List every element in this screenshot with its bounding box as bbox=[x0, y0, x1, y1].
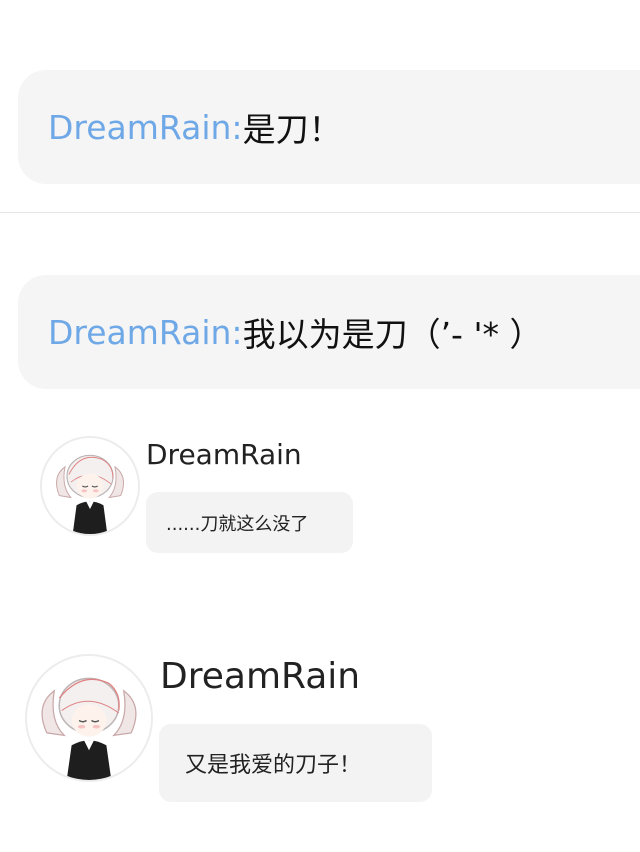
comment-author[interactable]: DreamRain: bbox=[48, 313, 243, 352]
sender-name[interactable]: DreamRain bbox=[146, 438, 302, 471]
comment-bubble[interactable]: DreamRain: 是刀！ bbox=[18, 70, 640, 184]
divider bbox=[0, 212, 640, 213]
comment-text: 我以为是刀（’- '* ） bbox=[242, 315, 543, 354]
comment-bubble[interactable]: DreamRain: 我以为是刀（’- '* ） bbox=[18, 275, 640, 389]
sender-name[interactable]: DreamRain bbox=[160, 656, 360, 697]
chat-screen: DreamRain:是刀！ DreamRain:我以为是刀（’- '* ） bbox=[0, 0, 640, 852]
comment-author[interactable]: DreamRain: bbox=[48, 108, 243, 147]
anime-girl-avatar-icon[interactable] bbox=[25, 654, 153, 782]
message-bubble[interactable]: 又是我爱的刀子！ bbox=[159, 724, 432, 802]
anime-girl-avatar-icon[interactable] bbox=[40, 436, 140, 536]
comment-text: 是刀！ bbox=[242, 110, 342, 149]
message-bubble[interactable]: ......刀就这么没了 bbox=[146, 492, 353, 553]
